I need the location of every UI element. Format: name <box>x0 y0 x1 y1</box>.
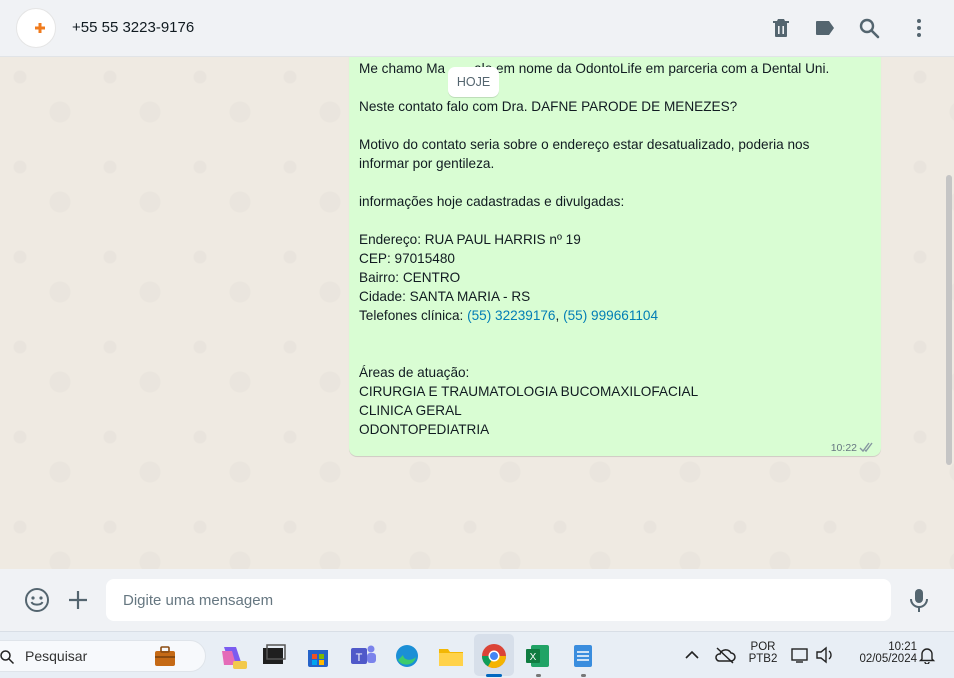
emoji-icon[interactable] <box>24 587 50 613</box>
zip-line: CEP: 97015480 <box>359 251 455 266</box>
contact-name[interactable]: +55 55 3223-9176 <box>72 19 194 36</box>
microphone-icon[interactable] <box>906 587 932 613</box>
message-line: alo em nome da OdontoLife em parceria co… <box>474 61 830 76</box>
composer-bar: Digite uma mensagem <box>0 569 954 631</box>
phone-link[interactable]: (55) 32239176 <box>467 308 555 323</box>
input-language[interactable]: POR PTB2 <box>747 641 779 665</box>
message-line: Me chamo Ma <box>359 61 446 76</box>
windows-taskbar: Pesquisar T X POR PTB2 10:21 02/05/2024 <box>0 631 954 678</box>
area-item: ODONTOPEDIATRIA <box>359 422 490 437</box>
message-time: 10:22 <box>830 442 857 454</box>
taskbar-search-label: Pesquisar <box>25 648 88 664</box>
chat-area[interactable]: Me chamo Ma alo em nome da OdontoLife em … <box>0 57 954 569</box>
svg-text:T: T <box>356 652 363 664</box>
language-code: POR <box>750 641 776 653</box>
chevron-up-icon[interactable] <box>684 648 700 662</box>
search-icon[interactable] <box>857 16 881 40</box>
keyboard-layout: PTB2 <box>748 653 778 665</box>
edge-icon[interactable] <box>390 639 424 673</box>
message-text: Me chamo Ma alo em nome da OdontoLife em … <box>359 59 871 439</box>
teams-icon[interactable]: T <box>346 639 380 673</box>
message-line: Motivo do contato seria sobre o endereço… <box>359 137 810 152</box>
notepad-icon[interactable] <box>566 639 600 673</box>
logo-icon <box>35 23 45 33</box>
address-line: Endereço: RUA PAUL HARRIS nº 19 <box>359 232 581 247</box>
message-input[interactable]: Digite uma mensagem <box>106 579 891 621</box>
area-item: CLINICA GERAL <box>359 403 462 418</box>
volume-icon[interactable] <box>815 646 835 664</box>
cloud-offline-icon[interactable] <box>714 646 736 664</box>
copilot-icon[interactable] <box>216 639 250 673</box>
file-explorer-icon[interactable] <box>434 639 468 673</box>
running-indicator <box>536 674 541 677</box>
attach-plus-icon[interactable] <box>65 587 91 613</box>
contact-avatar[interactable] <box>16 8 56 48</box>
chrome-icon[interactable] <box>477 639 511 673</box>
message-line: informar por gentileza. <box>359 156 495 171</box>
district-line: Bairro: CENTRO <box>359 270 461 285</box>
message-line: Neste contato falo com Dra. DAFNE PARODE… <box>359 99 738 114</box>
area-item: CIRURGIA E TRAUMATOLOGIA BUCOMAXILOFACIA… <box>359 384 699 399</box>
clock-time: 10:21 <box>888 641 917 653</box>
network-icon[interactable] <box>791 646 811 664</box>
phone-separator: , <box>555 308 564 323</box>
running-indicator <box>581 674 586 677</box>
chat-scrollbar[interactable] <box>946 175 952 465</box>
notification-bell-icon[interactable] <box>918 646 936 664</box>
message-line: informações hoje cadastradas e divulgada… <box>359 194 625 209</box>
more-options-icon[interactable] <box>907 16 931 40</box>
outgoing-message-bubble[interactable]: Me chamo Ma alo em nome da OdontoLife em … <box>349 57 881 456</box>
system-clock[interactable]: 10:21 02/05/2024 <box>845 641 917 665</box>
briefcase-icon <box>155 646 175 666</box>
label-icon[interactable] <box>813 16 837 40</box>
excel-icon[interactable]: X <box>521 639 555 673</box>
clock-date: 02/05/2024 <box>859 653 917 665</box>
delete-icon[interactable] <box>769 16 793 40</box>
store-icon[interactable] <box>301 639 335 673</box>
window-app-icon[interactable] <box>256 639 290 673</box>
areas-label: Áreas de atuação: <box>359 365 470 380</box>
read-receipt-icon <box>859 442 873 453</box>
taskbar-search[interactable]: Pesquisar <box>0 640 206 672</box>
active-indicator <box>486 674 502 677</box>
search-icon <box>0 650 15 665</box>
svg-text:X: X <box>530 652 537 663</box>
phone-link[interactable]: (55) 999661104 <box>563 308 658 323</box>
message-input-placeholder: Digite uma mensagem <box>123 592 274 609</box>
chat-header: +55 55 3223-9176 <box>0 0 954 57</box>
phones-label: Telefones clínica: <box>359 308 468 323</box>
city-line: Cidade: SANTA MARIA - RS <box>359 289 531 304</box>
date-badge: HOJE <box>448 67 499 97</box>
